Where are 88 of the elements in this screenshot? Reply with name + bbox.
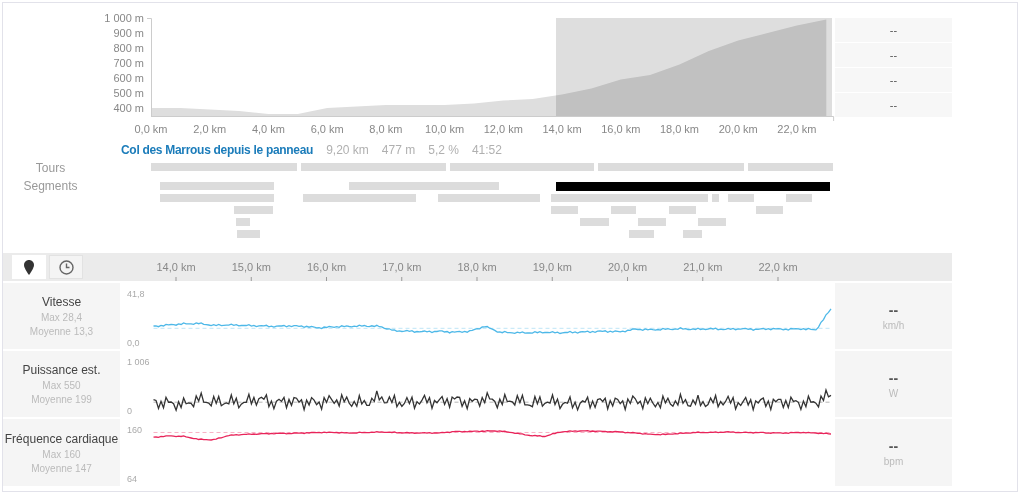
segment-bar[interactable]	[234, 206, 273, 214]
axis-tick-label: 400 m	[113, 102, 144, 115]
selection-highlight[interactable]	[556, 18, 832, 116]
segment-bar[interactable]	[669, 206, 696, 214]
stat-value: --	[835, 18, 952, 42]
axis-tick-label: 700 m	[113, 57, 144, 69]
scale-label: 64	[127, 474, 137, 484]
map-pin-icon	[24, 259, 34, 275]
segment-bar[interactable]	[698, 218, 726, 226]
axis-tick-label: 4,0 km	[251, 123, 285, 135]
axis-tick-label: 800 m	[113, 42, 144, 54]
segment-bar[interactable]	[683, 230, 702, 238]
axis-tick-label: 600 m	[113, 72, 144, 85]
row-label: Tours	[34, 161, 67, 175]
segment-bar[interactable]	[551, 194, 708, 202]
segment-bar[interactable]	[438, 194, 540, 202]
axis-tick-label: 21,0 km	[683, 261, 723, 273]
axis-tick-label: 17,0 km	[382, 261, 422, 273]
segment-bar[interactable]	[728, 194, 754, 202]
segment-stat: 5,2 %	[428, 142, 459, 157]
stat-value: --	[835, 43, 952, 67]
axis-tick-label: 8,0 km	[369, 123, 403, 135]
segment-bar[interactable]	[236, 218, 250, 226]
clock-toggle[interactable]	[49, 255, 83, 279]
axis-tick-label: 16,0 km	[306, 261, 347, 273]
metric-max: Max 28,4	[40, 312, 83, 323]
lap-bar[interactable]	[151, 163, 297, 171]
segment-bar[interactable]	[237, 230, 260, 238]
metric-unit: bpm	[883, 456, 904, 467]
axis-tick-label: 500 m	[113, 87, 144, 100]
axis-tick-label: 2,0 km	[193, 123, 227, 135]
clock-icon	[58, 259, 74, 275]
axis-tick-label: 1 000 m	[104, 12, 144, 24]
row-label: Segments	[22, 179, 79, 193]
stat-value: --	[835, 68, 952, 92]
segment-bar[interactable]	[712, 194, 719, 202]
axis-tick-label: 14,0 km	[156, 261, 196, 273]
axis-tick-label: 14,0 km	[542, 123, 582, 135]
axis-tick-label: 19,0 km	[532, 261, 572, 273]
segment-stat: 477 m	[381, 142, 416, 157]
lap-bar[interactable]	[748, 163, 833, 171]
metric-average: Moyenne 13,3	[29, 326, 94, 337]
axis-tick-label: 6,0 km	[310, 123, 344, 135]
axis-tick-label: 20,0 km	[718, 123, 758, 135]
segment-bar[interactable]	[303, 194, 416, 202]
axis-tick-label: 0,0 km	[134, 123, 168, 135]
metric-name: Fréquence cardiaque	[4, 431, 119, 446]
lap-bar[interactable]	[301, 163, 446, 171]
metric-value: --	[888, 369, 899, 386]
axis-tick-label: 12,0 km	[483, 123, 523, 135]
segment-bar[interactable]	[551, 206, 578, 214]
segment-link[interactable]: Col des Marrous depuis le panneau	[121, 142, 314, 157]
metric-value: --	[888, 301, 899, 318]
segment-bar[interactable]	[556, 182, 830, 191]
metric-average: Moyenne 147	[31, 462, 92, 474]
metric-value: --	[888, 438, 899, 454]
segment-bar[interactable]	[756, 206, 783, 214]
scale-label: 0,0	[127, 338, 140, 348]
segment-bar[interactable]	[611, 206, 636, 214]
axis-tick-label: 15,0 km	[231, 261, 271, 273]
scale-label: 41,8	[127, 289, 145, 299]
scale-label: 0	[127, 406, 132, 416]
segment-bar[interactable]	[786, 194, 812, 202]
axis-tick-label: 10,0 km	[425, 123, 465, 135]
scale-label: 1 006	[127, 357, 150, 367]
metric-unit: W	[888, 387, 899, 399]
lap-bar[interactable]	[450, 163, 594, 171]
segment-bar[interactable]	[629, 230, 654, 238]
axis-tick-label: 16,0 km	[601, 123, 641, 135]
axis-tick-label: 900 m	[113, 27, 144, 39]
segment-bar[interactable]	[349, 182, 499, 190]
pin-toggle[interactable]	[12, 255, 46, 279]
scale-label: 160	[127, 425, 143, 435]
segment-bar[interactable]	[638, 218, 666, 226]
stat-value: --	[835, 93, 952, 117]
segment-stat: 41:52	[471, 142, 502, 157]
segment-bar[interactable]	[160, 194, 274, 202]
axis-tick-label: 22,0 km	[777, 123, 817, 135]
axis-tick-label: 18,0 km	[659, 123, 700, 135]
segment-bar[interactable]	[160, 182, 274, 190]
segment-stat: 9,20 km	[326, 142, 369, 157]
axis-tick-label: 22,0 km	[758, 261, 798, 273]
metric-name: Vitesse	[41, 295, 82, 309]
lap-bar[interactable]	[598, 163, 744, 171]
metric-name: Puissance est.	[22, 363, 101, 377]
axis-tick-label: 18,0 km	[457, 261, 497, 273]
segment-bar[interactable]	[580, 218, 609, 226]
axis-tick-label: 20,0 km	[607, 261, 648, 273]
